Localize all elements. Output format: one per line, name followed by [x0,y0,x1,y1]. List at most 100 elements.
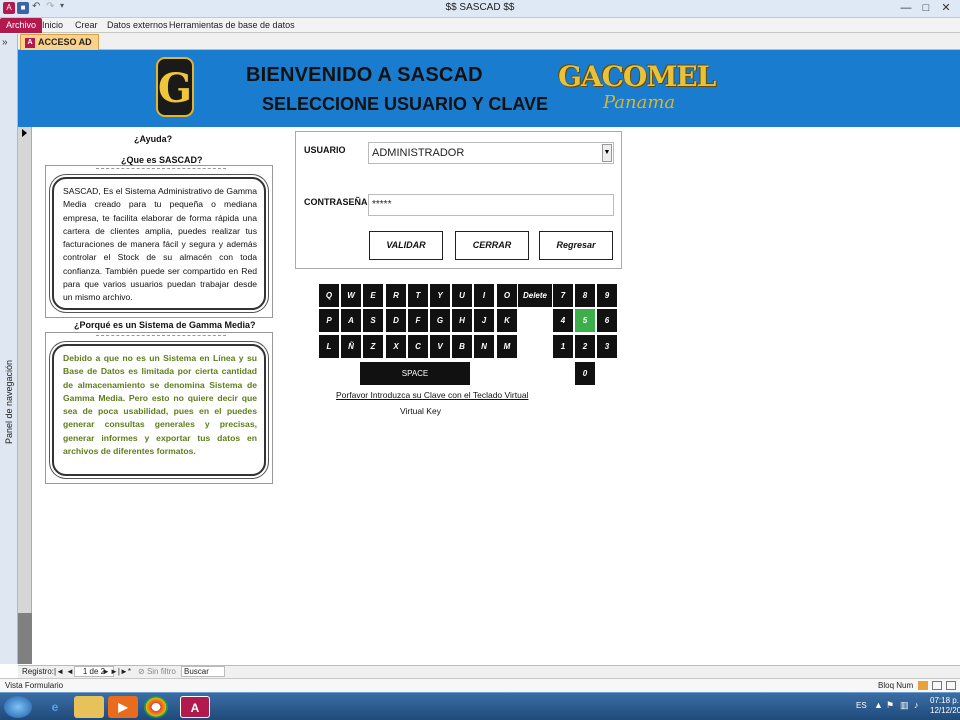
document-tab-acceso-ad[interactable]: A ACCESO AD [20,34,99,50]
maximize-button[interactable]: □ [918,1,934,15]
access-taskbar-icon[interactable]: A [180,696,210,718]
key-s[interactable]: S [363,309,383,332]
windows-taskbar: e ▶ A ES ▲ ⚑ ▥ ♪ 07:18 p. 12/12/20 [0,692,960,720]
key-num-7[interactable]: 7 [553,284,573,307]
welcome-heading: BIENVENIDO A SASCAD [246,64,483,86]
title-bar: A ■ ↶ ↷ ▾ $$ SASCAD $$ — □ ✕ [0,0,960,18]
record-navigation-bar: Registro: |◄ ◄ 1 de 2 ► ►| ►* ⊘ Sin filt… [18,665,960,678]
key-h[interactable]: H [452,309,472,332]
current-record-arrow-icon [22,129,27,137]
help-answer-2: Debido a que no es un Sistema en Línea y… [63,353,257,457]
password-field[interactable]: ***** [368,194,614,216]
record-selector[interactable] [18,127,32,613]
key-num-4[interactable]: 4 [553,309,573,332]
help-question-2: ¿Porqué es un Sistema de Gamma Media? [74,320,256,330]
no-filter-button[interactable]: ⊘ Sin filtro [138,667,176,676]
key-a[interactable]: A [341,309,361,332]
help-answer-1: SASCAD, Es el Sistema Administrativo de … [63,186,257,303]
user-label: USUARIO [304,145,346,155]
key-w[interactable]: W [341,284,361,307]
language-indicator[interactable]: ES [856,701,867,710]
virtual-keyboard-message[interactable]: Porfavor Introduzca su Clave con el Tecl… [336,390,528,400]
filter-icon: ⊘ [138,667,147,676]
key-k[interactable]: K [497,309,517,332]
tray-arrow-icon[interactable]: ▲ [874,700,883,710]
key-delete[interactable]: Delete [518,284,552,307]
key-d[interactable]: D [386,309,406,332]
search-field[interactable]: Buscar [181,666,225,677]
validate-button[interactable]: VALIDAR [369,231,443,260]
tab-crear[interactable]: Crear [69,18,104,33]
key-num-6[interactable]: 6 [597,309,617,332]
key-y[interactable]: Y [430,284,450,307]
dropdown-arrow-icon[interactable]: ▼ [602,144,612,162]
key-e[interactable]: E [363,284,383,307]
chrome-icon[interactable] [144,696,168,718]
key-l[interactable]: L [319,335,339,358]
key-i[interactable]: I [474,284,494,307]
close-form-button[interactable]: CERRAR [455,231,529,260]
key-ñ[interactable]: Ñ [341,335,361,358]
minimize-button[interactable]: — [898,1,914,15]
nav-pane-toggle-icon[interactable]: » [2,37,8,48]
design-view-icon[interactable] [946,681,956,690]
form-view-icon[interactable] [918,681,928,690]
media-player-icon[interactable]: ▶ [108,696,138,718]
key-j[interactable]: J [474,309,494,332]
prev-record-button[interactable]: ◄ [66,667,74,676]
key-m[interactable]: M [497,335,517,358]
layout-view-icon[interactable] [932,681,942,690]
action-center-icon[interactable]: ⚑ [886,700,894,711]
key-c[interactable]: C [408,335,428,358]
key-z[interactable]: Z [363,335,383,358]
divider [96,168,226,171]
key-num-1[interactable]: 1 [553,335,573,358]
ribbon-tabs: Archivo Inicio Crear Datos externos Herr… [0,18,960,33]
nav-pane-label: Panel de navegación [4,359,14,444]
document-tab-label: ACCESO AD [38,37,92,47]
user-select[interactable]: ADMINISTRADOR ▼ [368,142,614,164]
tab-herramientas-bd[interactable]: Herramientas de base de datos [163,18,301,33]
help-answer-box-1: SASCAD, Es el Sistema Administrativo de … [45,165,273,318]
start-button[interactable] [4,696,32,718]
key-p[interactable]: P [319,309,339,332]
clock[interactable]: 07:18 p. 12/12/20 [930,696,960,716]
key-num-5[interactable]: 5 [575,309,595,332]
key-num-0[interactable]: 0 [575,362,595,385]
password-label: CONTRASEÑA [304,197,368,207]
tab-inicio[interactable]: Inicio [36,18,69,33]
key-f[interactable]: F [408,309,428,332]
scroll-frame: SASCAD, Es el Sistema Administrativo de … [52,177,266,310]
key-v[interactable]: V [430,335,450,358]
key-num-9[interactable]: 9 [597,284,617,307]
svg-text:G: G [158,65,192,112]
key-g[interactable]: G [430,309,450,332]
key-num-3[interactable]: 3 [597,335,617,358]
next-record-button[interactable]: ► [102,667,110,676]
key-b[interactable]: B [452,335,472,358]
key-space[interactable]: SPACE [360,362,470,385]
key-t[interactable]: T [408,284,428,307]
network-icon[interactable]: ▥ [900,700,909,711]
internet-explorer-icon[interactable]: e [40,696,70,718]
key-n[interactable]: N [474,335,494,358]
file-explorer-icon[interactable] [74,696,104,718]
back-button[interactable]: Regresar [539,231,613,260]
key-q[interactable]: Q [319,284,339,307]
view-mode-status: Vista Formulario [5,681,64,690]
close-button[interactable]: ✕ [938,1,954,15]
new-record-button[interactable]: ►* [120,667,131,676]
gacomel-logo: GACOMEL [558,60,716,93]
key-r[interactable]: R [386,284,406,307]
key-u[interactable]: U [452,284,472,307]
navigation-pane[interactable]: » Panel de navegación [0,34,18,664]
key-x[interactable]: X [386,335,406,358]
help-title: ¿Ayuda? [134,134,173,144]
last-record-button[interactable]: ►| [110,667,120,676]
form-icon: A [25,37,35,48]
first-record-button[interactable]: |◄ [54,667,64,676]
key-o[interactable]: O [497,284,517,307]
key-num-2[interactable]: 2 [575,335,595,358]
volume-icon[interactable]: ♪ [914,700,919,710]
key-num-8[interactable]: 8 [575,284,595,307]
